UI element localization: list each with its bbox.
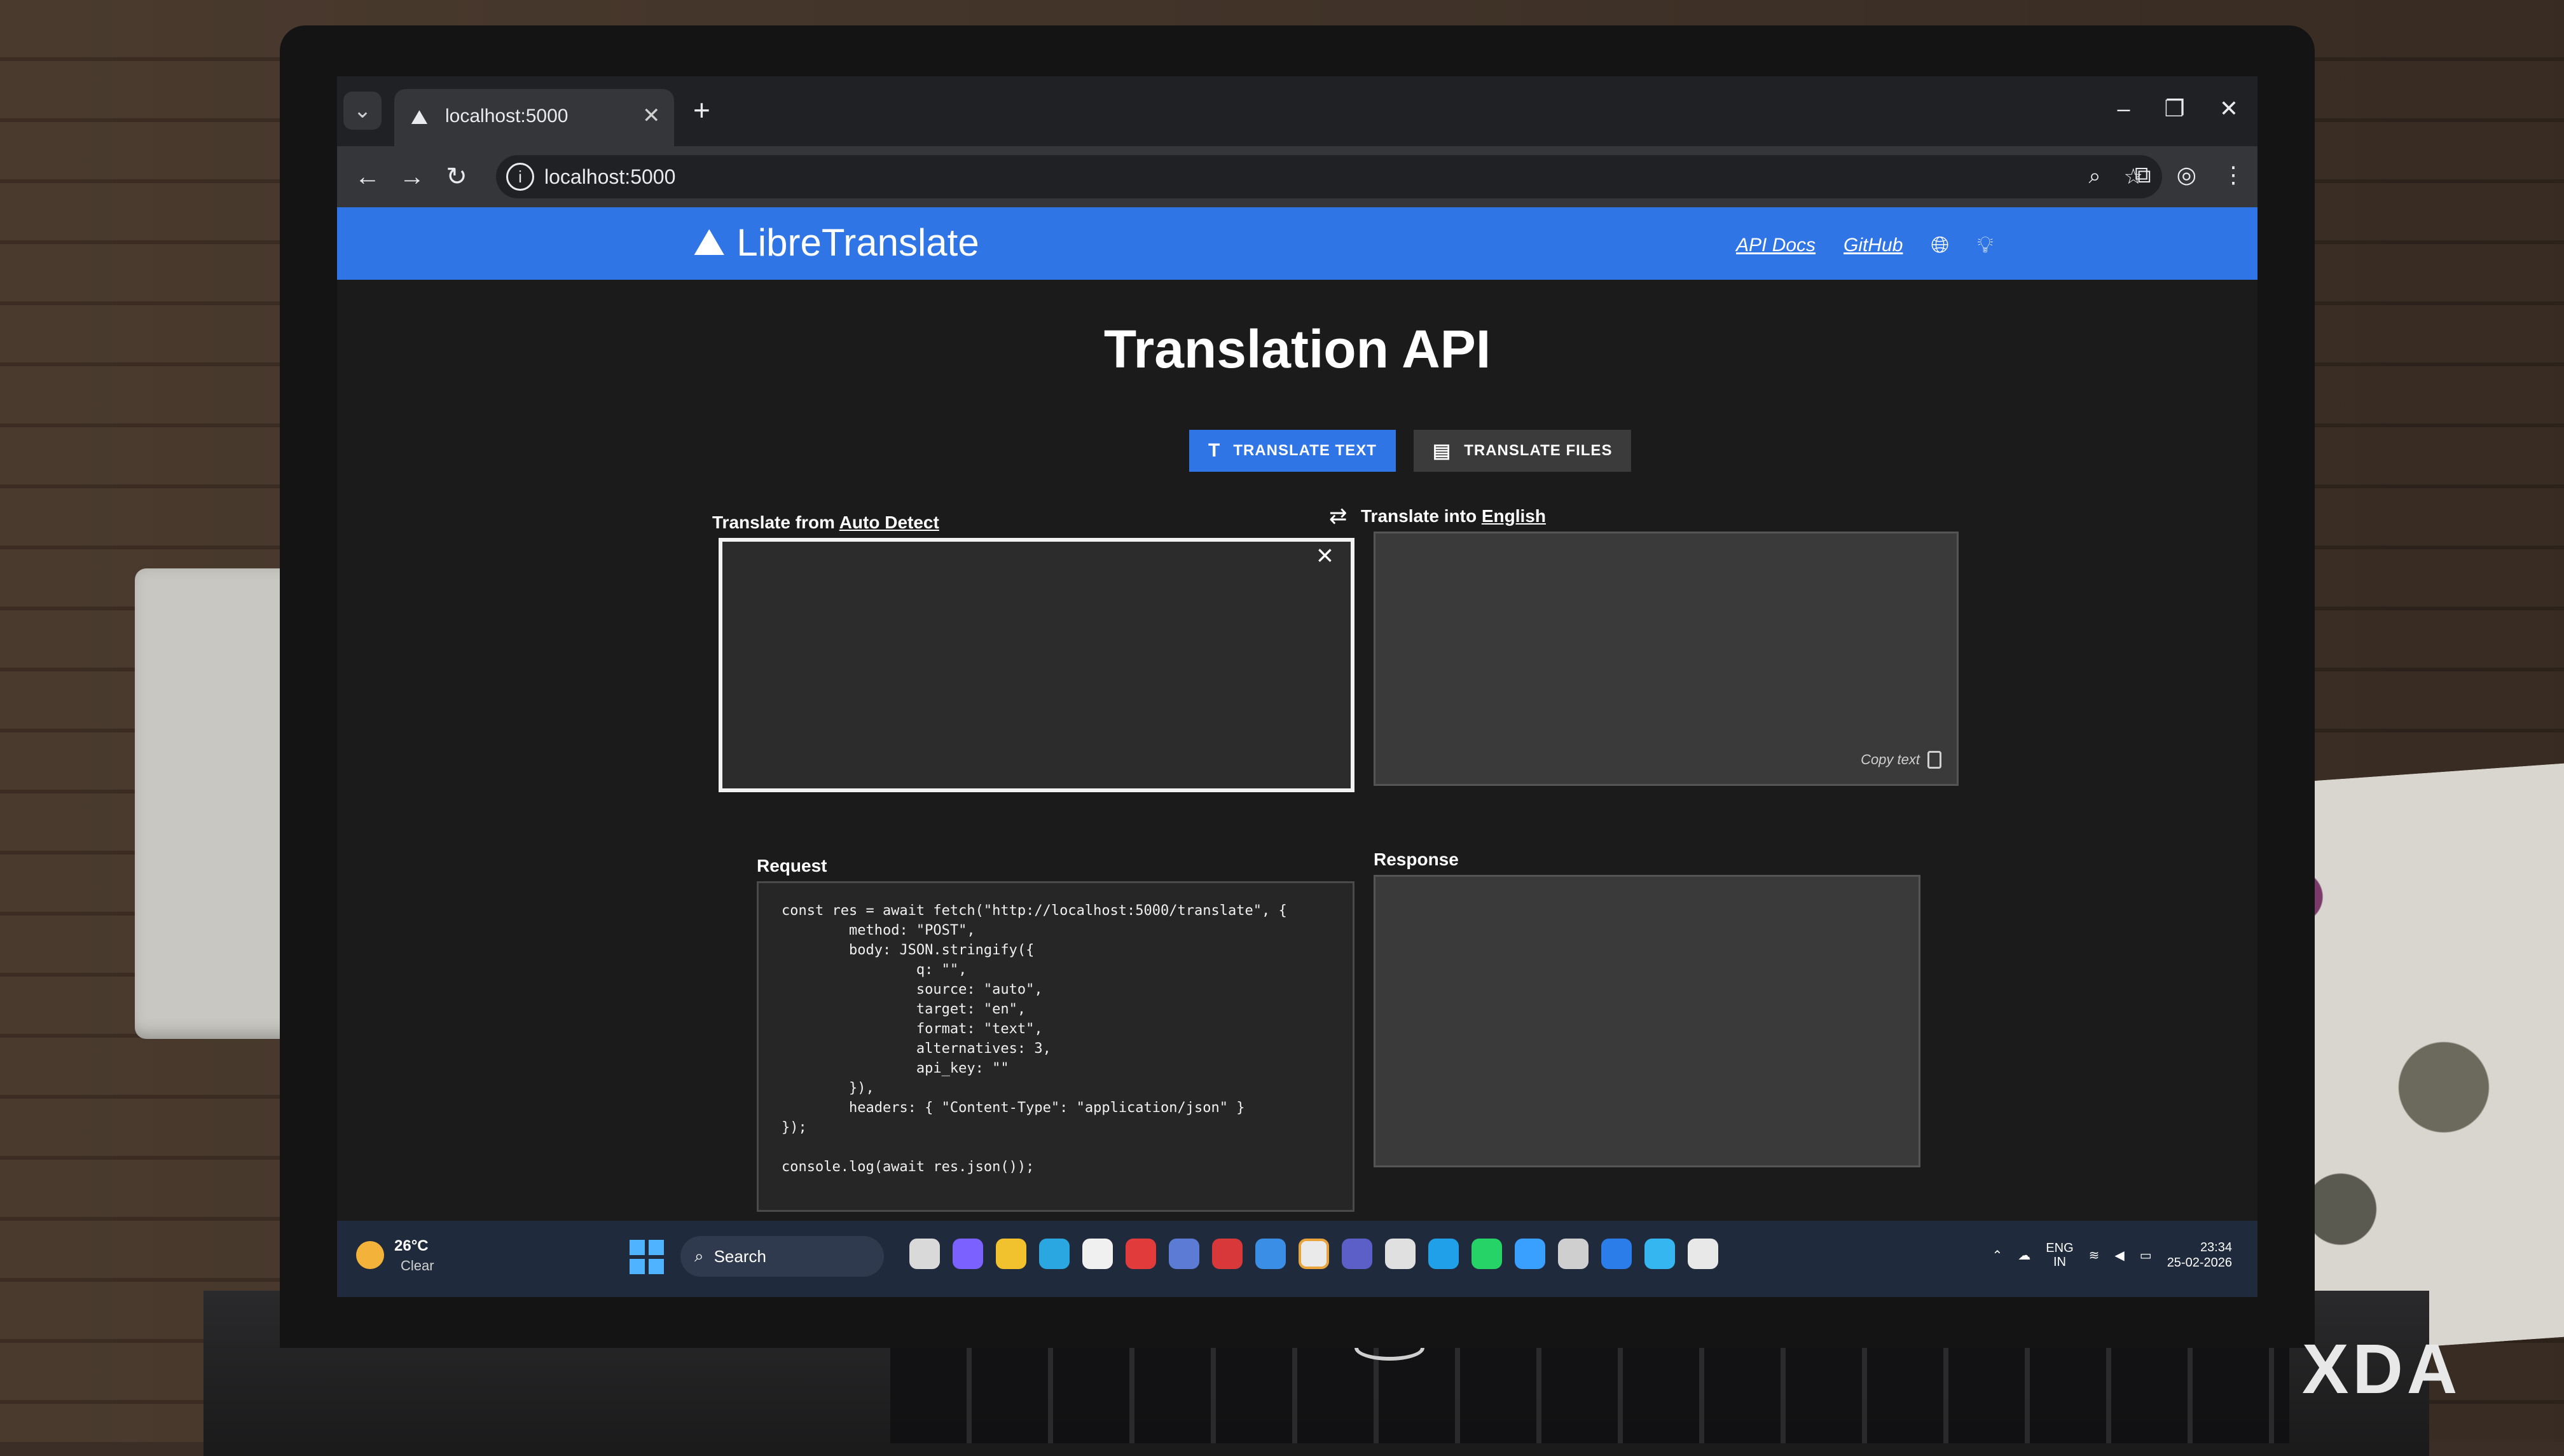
swap-languages-icon[interactable]: ⇄: [1329, 504, 1347, 529]
volume-icon[interactable]: ◀︎: [2114, 1247, 2124, 1263]
source-text-input[interactable]: [719, 538, 1354, 792]
app-icon-2[interactable]: [1212, 1239, 1243, 1269]
file-explorer-icon[interactable]: [996, 1239, 1026, 1269]
tab-translate-files-label: TRANSLATE FILES: [1464, 442, 1613, 459]
copilot-icon[interactable]: [953, 1239, 983, 1269]
forward-arrow-icon[interactable]: →: [394, 159, 430, 195]
close-window-button[interactable]: ✕: [2219, 95, 2238, 122]
github-link[interactable]: GitHub: [1844, 235, 1903, 256]
profile-icon[interactable]: ◎: [2177, 161, 2196, 189]
whatsapp-icon[interactable]: [1472, 1239, 1502, 1269]
request-code-block: const res = await fetch("http://localhos…: [757, 881, 1354, 1212]
url-text[interactable]: localhost:5000: [544, 165, 675, 189]
text-icon: T: [1208, 440, 1221, 461]
clock-date: 25-02-2026: [2167, 1256, 2232, 1270]
mcafee-icon[interactable]: [1126, 1239, 1156, 1269]
mode-tabs: T TRANSLATE TEXT ▤ TRANSLATE FILES: [1189, 430, 1632, 472]
web-page: ⛰ LibreTranslate API Docs GitHub 🌐︎ 💡︎ T…: [337, 207, 2257, 1221]
copy-icon: [1927, 751, 1941, 769]
cloud-icon[interactable]: ☁: [2018, 1247, 2030, 1263]
file-icon: ▤: [1432, 440, 1452, 462]
tab-translate-text[interactable]: T TRANSLATE TEXT: [1189, 430, 1396, 472]
toolbar-actions: ⧉ ◎ ⋮: [2135, 161, 2245, 189]
browser-tab[interactable]: ⛰ localhost:5000 ✕: [394, 89, 674, 146]
address-bar[interactable]: i localhost:5000 ⌕ ☆: [496, 155, 2162, 198]
task-view-icon[interactable]: [909, 1239, 940, 1269]
pinned-apps: [909, 1239, 1718, 1269]
chevron-up-icon[interactable]: ⌃: [1992, 1247, 2003, 1263]
system-tray: ⌃ ☁ ENG IN ≋ ◀︎ ▭ 23:34 25-02-2026: [1992, 1240, 2232, 1270]
target-language-label: Translate into English: [1361, 506, 1546, 526]
mail-icon[interactable]: [1255, 1239, 1286, 1269]
app-icon-5[interactable]: [1515, 1239, 1545, 1269]
laptop-screen: ⌄ ⛰ localhost:5000 ✕ + – ❐ ✕ ← → ↻ i loc…: [337, 76, 2257, 1297]
app-icon-7[interactable]: [1644, 1239, 1675, 1269]
minimize-button[interactable]: –: [2118, 95, 2130, 122]
copy-text-label: Copy text: [1861, 752, 1920, 767]
target-language-selector[interactable]: English: [1482, 506, 1546, 526]
copy-text-button[interactable]: Copy text: [1861, 751, 1941, 769]
wifi-icon[interactable]: ≋: [2089, 1247, 2100, 1263]
chrome-icon[interactable]: [1299, 1239, 1329, 1269]
api-docs-link[interactable]: API Docs: [1736, 235, 1816, 256]
brand-link[interactable]: ⛰ LibreTranslate: [693, 220, 979, 264]
globe-icon[interactable]: 🌐︎: [1931, 231, 1949, 259]
app-icon-1[interactable]: [1169, 1239, 1199, 1269]
windows-taskbar: 26°C Clear ⌕ Search ⌃ ☁ ENG IN ≋ ◀︎ ▭ 23…: [337, 1221, 2257, 1297]
teams-icon[interactable]: [1342, 1239, 1372, 1269]
libretranslate-favicon-icon: ⛰: [411, 106, 428, 128]
app-icon-6[interactable]: [1601, 1239, 1632, 1269]
tab-title: localhost:5000: [445, 106, 569, 127]
taskbar-search[interactable]: ⌕ Search: [680, 1236, 884, 1277]
tray-language: ENG: [2046, 1241, 2074, 1255]
weather-temperature[interactable]: 26°C: [394, 1237, 429, 1255]
brand-name: LibreTranslate: [736, 221, 979, 264]
target-prefix: Translate into: [1361, 506, 1477, 526]
new-tab-button[interactable]: +: [693, 94, 710, 126]
window-controls: – ❐ ✕: [2118, 95, 2238, 122]
tab-search-button[interactable]: ⌄: [343, 92, 382, 130]
tray-region: IN: [2053, 1255, 2066, 1269]
tab-translate-text-label: TRANSLATE TEXT: [1233, 442, 1377, 459]
weather-moon-icon[interactable]: [356, 1241, 384, 1269]
page-title: Translation API: [1103, 319, 1491, 379]
restore-button[interactable]: ❐: [2165, 95, 2185, 122]
store-icon[interactable]: [1082, 1239, 1113, 1269]
source-language-label: Translate from Auto Detect: [712, 512, 939, 533]
response-label: Response: [1374, 849, 1459, 869]
extensions-icon[interactable]: ⧉: [2135, 161, 2151, 189]
site-navbar: ⛰ LibreTranslate API Docs GitHub 🌐︎ 💡︎: [337, 207, 2257, 280]
clock[interactable]: 23:34 25-02-2026: [2167, 1240, 2232, 1270]
response-output: [1374, 875, 1920, 1167]
site-info-icon[interactable]: i: [506, 163, 534, 191]
search-icon: ⌕: [694, 1246, 704, 1265]
app-icon-4[interactable]: [1428, 1239, 1459, 1269]
menu-kebab-icon[interactable]: ⋮: [2222, 161, 2245, 189]
request-label: Request: [757, 856, 827, 876]
reload-icon[interactable]: ↻: [439, 159, 474, 195]
clock-time: 23:34: [2200, 1240, 2232, 1254]
back-arrow-icon[interactable]: ←: [350, 159, 385, 195]
tab-close-icon[interactable]: ✕: [642, 103, 661, 128]
source-prefix: Translate from: [712, 512, 835, 532]
start-menu-button[interactable]: [630, 1240, 664, 1274]
lightbulb-icon[interactable]: 💡︎: [1977, 231, 1993, 259]
weather-condition[interactable]: Clear: [401, 1258, 434, 1274]
nav-links: API Docs GitHub 🌐︎ 💡︎: [1736, 231, 1993, 259]
xda-watermark: XDA: [2302, 1330, 2462, 1408]
app-icon-3[interactable]: [1385, 1239, 1416, 1269]
battery-icon[interactable]: ▭: [2140, 1247, 2152, 1263]
zoom-icon[interactable]: ⌕: [2088, 164, 2100, 189]
app-icon-8[interactable]: [1688, 1239, 1718, 1269]
edge-icon[interactable]: [1039, 1239, 1070, 1269]
browser-tab-strip: ⌄ ⛰ localhost:5000 ✕ + – ❐ ✕: [337, 76, 2257, 146]
taskbar-search-label: Search: [713, 1246, 766, 1266]
terminal-icon[interactable]: [1558, 1239, 1589, 1269]
translated-text-output: Copy text: [1374, 532, 1959, 786]
browser-toolbar: ← → ↻ i localhost:5000 ⌕ ☆ ⧉ ◎ ⋮: [337, 146, 2257, 207]
tab-translate-files[interactable]: ▤ TRANSLATE FILES: [1413, 430, 1632, 472]
source-language-selector[interactable]: Auto Detect: [839, 512, 939, 532]
libretranslate-logo-icon: ⛰: [693, 221, 726, 263]
input-language[interactable]: ENG IN: [2046, 1241, 2073, 1269]
